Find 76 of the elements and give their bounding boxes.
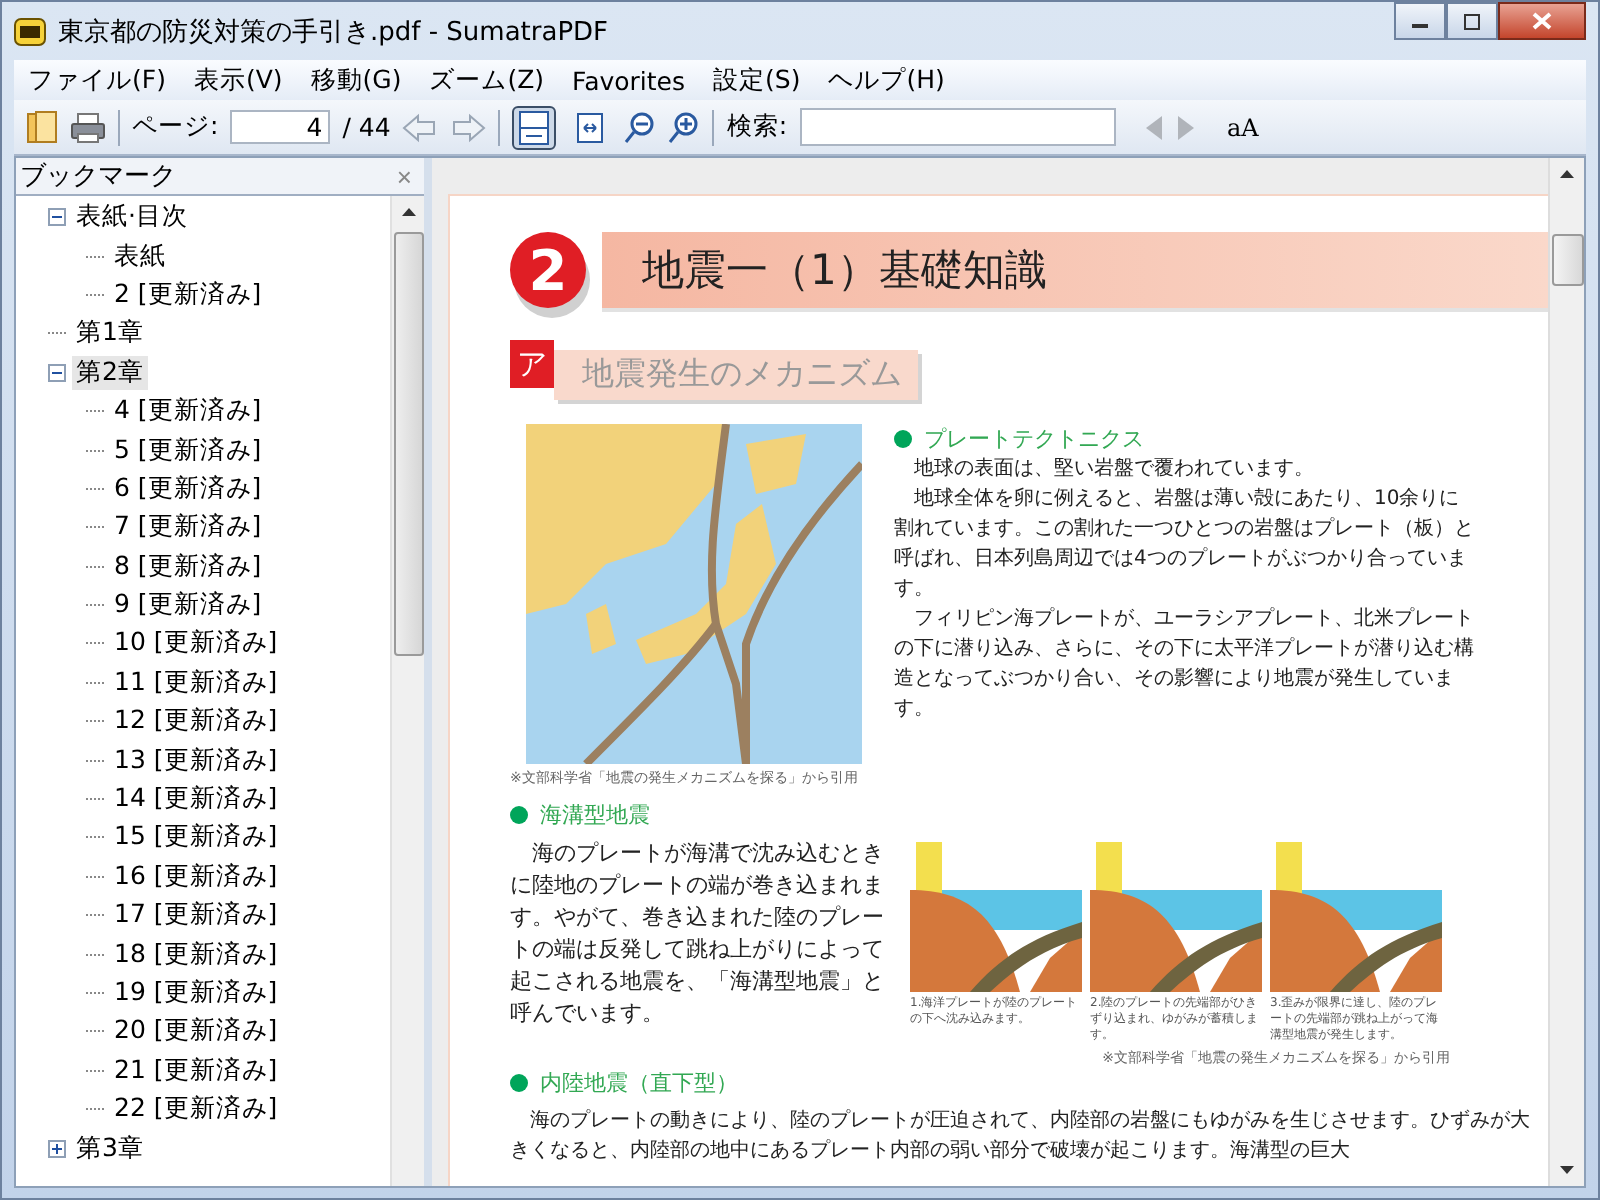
bookmark-item[interactable]: 第3章 [72,1131,148,1166]
menu-item[interactable]: ファイル(F) [14,63,180,97]
search-label: 検索: [726,110,788,144]
bookmark-item[interactable]: 20 [更新済み] [110,1014,282,1049]
bookmark-item[interactable]: 4 [更新済み] [110,394,266,429]
bookmark-item[interactable]: 表紙 [110,239,170,274]
bookmark-item[interactable]: 9 [更新済み] [110,588,266,623]
printer-icon[interactable] [70,111,106,143]
bookmark-item[interactable]: 第1章 [72,316,148,351]
fit-page-button[interactable] [512,105,557,149]
section-mark: ア [510,340,554,388]
bookmark-item[interactable]: 2 [更新済み] [110,277,266,312]
window-title: 東京都の防災対策の手引き.pdf - SumatraPDF [58,15,609,49]
bookmark-item[interactable]: 13 [更新済み] [110,743,282,778]
paragraph: フィリピン海プレートが、ユーラシアプレート、北米プレートの下に潜り込み、さらに、その下に太平洋プレートが潜り込む構造となってぶつかり合い、その影響により地震が発生しています。 [894,605,1474,724]
menu-item[interactable]: ヘルプ(H) [814,63,959,97]
expand-icon[interactable] [48,1139,66,1158]
bookmark-item[interactable]: 15 [更新済み] [110,820,282,855]
bookmark-item[interactable]: 19 [更新済み] [110,976,282,1010]
bookmark-item[interactable]: 10 [更新済み] [110,626,282,661]
menu-item[interactable]: Favorites [558,65,700,95]
bookmark-item[interactable]: 18 [更新済み] [110,937,282,972]
menu-item[interactable]: 表示(V) [179,63,297,97]
bookmark-item[interactable]: 11 [更新済み] [110,665,282,700]
bookmark-item[interactable]: 8 [更新済み] [110,549,266,584]
collapse-icon[interactable] [48,363,66,382]
page-number-field[interactable]: 4 [230,110,331,144]
subsection-title: プレートテクトニクス [924,424,1144,454]
chapter-number-badge: 2 [510,232,586,308]
bookmark-item[interactable]: 16 [更新済み] [110,859,282,894]
scroll-up-icon[interactable] [401,208,415,216]
bullet-icon [894,430,912,448]
menu-item[interactable]: 設定(S) [699,63,815,97]
bookmark-item[interactable]: 14 [更新済み] [110,782,282,817]
scroll-down-icon[interactable] [1560,1166,1574,1174]
paragraph: 海のプレートが海溝で沈み込むときに陸地のプレートの端が巻き込まれます。やがて、巻き込まれた陸のプレートの端は反発して跳ね上がりによって起こされる地震を、「海溝型地震」と呼んでいます。 [510,838,886,1030]
paragraph: 地球全体を卵に例えると、岩盤は薄い殻にあたり、10余りに割れています。この割れた一つひとつの岩盤はプレート（板）と呼ばれ、日本列島周辺では4つのプレートがぶつかり合っています。 [894,485,1474,604]
menu-item[interactable]: ズーム(Z) [415,63,559,97]
subsection-title: 内陸地震（直下型） [540,1068,738,1098]
bookmark-item[interactable]: 21 [更新済み] [110,1053,282,1088]
close-icon [1532,12,1552,30]
bookmark-item[interactable]: 17 [更新済み] [110,898,282,933]
bookmark-item[interactable]: 12 [更新済み] [110,704,282,739]
pdf-app-icon [14,17,46,45]
chapter-heading: 地震一（1）基礎知識 [642,244,1047,298]
paragraph: 地球の表面は、堅い岩盤で覆われています。 [912,455,1316,484]
zoom-out-icon[interactable] [624,111,657,143]
maximize-button[interactable] [1446,2,1498,40]
sidebar-title: ブックマーク [20,160,176,194]
bookmark-item[interactable]: 7 [更新済み] [110,510,266,545]
bookmark-item[interactable]: 第2章 [72,355,148,390]
bookmark-item[interactable]: 22 [更新済み] [110,1092,282,1127]
close-button[interactable] [1498,2,1586,40]
section-title: 地震発生のメカニズム [554,350,918,400]
bullet-icon [510,1074,528,1092]
bookmark-item[interactable]: 表紙·目次 [72,200,192,235]
page-label: ページ: [132,110,219,144]
menu-item[interactable]: 移動(G) [296,63,416,97]
folder-icon[interactable] [26,109,58,145]
scroll-up-icon[interactable] [1560,170,1574,178]
page-total: / 44 [342,112,391,142]
bookmark-item[interactable]: 6 [更新済み] [110,471,266,506]
scrollbar[interactable] [390,196,424,1186]
paragraph: 海のプレートの動きにより、陸のプレートが圧迫されて、内陸部の岩盤にもゆがみを生じさせます。ひずみが大きくなると、内陸部の地中にあるプレート内部の弱い部分で破壊が起こります。海溝型の巨大 [510,1107,1532,1166]
scroll-thumb[interactable] [393,232,423,656]
search-field[interactable] [799,108,1116,146]
collapse-icon[interactable] [48,208,66,227]
bullet-icon [510,806,528,824]
match-case-button[interactable]: aA [1223,113,1263,141]
bookmark-item[interactable]: 5 [更新済み] [110,433,266,468]
zoom-in-icon[interactable] [668,111,701,143]
subsection-title: 海溝型地震 [540,800,650,830]
minimize-button[interactable] [1394,2,1446,40]
scrollbar[interactable] [1548,158,1584,1186]
scroll-thumb[interactable] [1551,234,1583,286]
maximize-icon [1462,13,1482,29]
